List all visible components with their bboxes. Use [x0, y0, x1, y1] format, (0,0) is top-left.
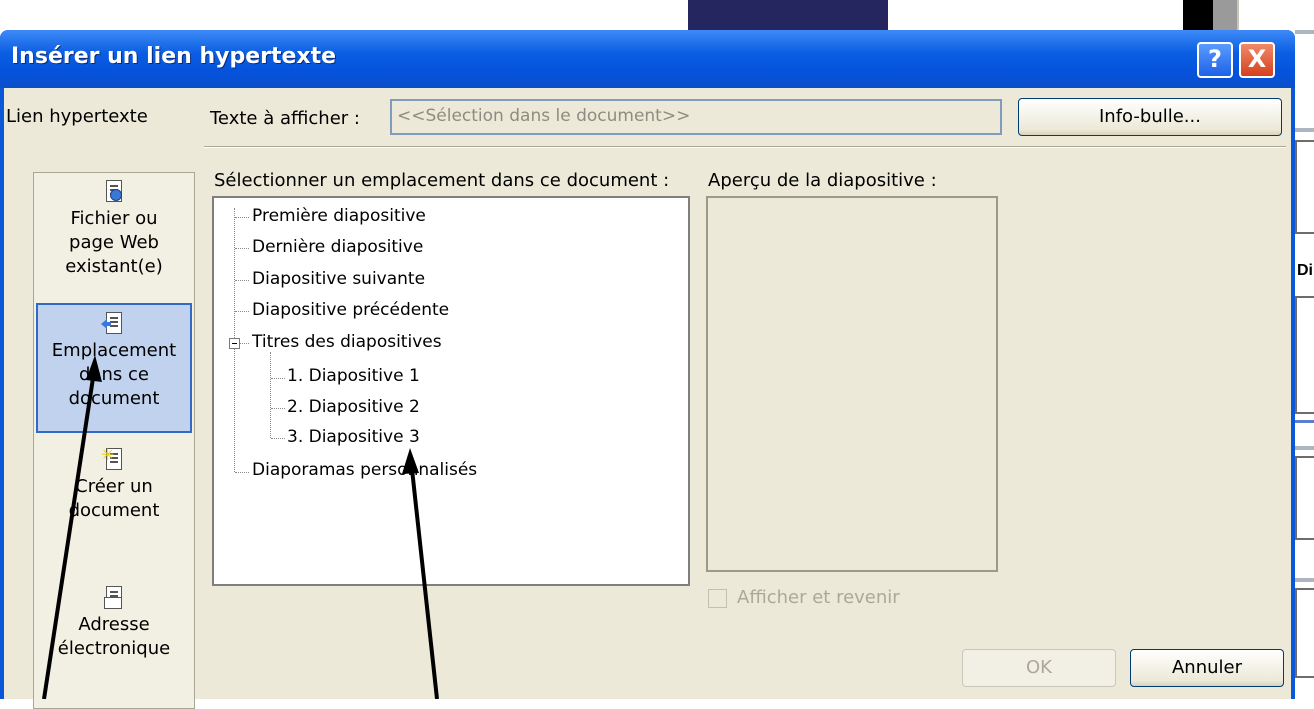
background-pane-heading: Di	[1297, 262, 1313, 279]
tree-connector	[270, 352, 271, 438]
collapse-toggle[interactable]	[229, 338, 240, 349]
insert-hyperlink-dialog: Insérer un lien hypertexte ? X Lien hype…	[0, 30, 1295, 709]
slide-preview-box	[706, 196, 998, 572]
help-button[interactable]: ?	[1197, 42, 1233, 78]
background-pane-box	[1295, 588, 1314, 678]
tree-item-slide-3[interactable]: 3. Diapositive 3	[287, 427, 420, 447]
sidebar-item-place-in-document[interactable]: Emplacement dans ce document	[36, 303, 192, 433]
sidebar-item-label: électronique	[57, 638, 171, 659]
dialog-titlebar[interactable]: Insérer un lien hypertexte ? X	[0, 30, 1295, 88]
tree-connector	[240, 343, 249, 344]
show-and-return-checkbox[interactable]	[708, 589, 727, 608]
select-place-label: Sélectionner un emplacement dans ce docu…	[214, 170, 670, 191]
background-pane-box	[1295, 296, 1314, 414]
background-pane-box	[1295, 140, 1314, 234]
dialog-client-area: Lien hypertexte Fichier ou page Web exis…	[4, 88, 1291, 709]
document-place-tree[interactable]: Première diapositive Dernière diapositiv…	[212, 196, 690, 586]
tree-connector	[235, 217, 249, 218]
tree-item-first-slide[interactable]: Première diapositive	[252, 206, 426, 226]
tree-connector	[235, 472, 249, 473]
tree-item-next-slide[interactable]: Diapositive suivante	[252, 269, 425, 289]
background-pane-bar	[1295, 128, 1314, 132]
tree-connector	[235, 280, 249, 281]
place-in-document-icon	[101, 311, 127, 337]
sidebar-item-label: Adresse	[78, 614, 150, 635]
tree-connector	[235, 248, 249, 249]
background-pane-box	[1295, 456, 1314, 540]
tree-item-last-slide[interactable]: Dernière diapositive	[252, 237, 423, 257]
link-type-sidebar: Fichier ou page Web existant(e) Emplacem…	[33, 172, 195, 709]
sidebar-item-existing-file[interactable]: Fichier ou page Web existant(e)	[36, 179, 192, 279]
tree-connector	[271, 438, 285, 439]
show-and-return-label: Afficher et revenir	[737, 587, 900, 608]
background-pane-bar	[1295, 578, 1314, 582]
sidebar-item-email-address[interactable]: Adresse électronique	[36, 585, 192, 661]
sidebar-item-label: Créer un	[75, 476, 153, 497]
sidebar-item-label: page Web	[69, 232, 159, 253]
sidebar-item-label: Fichier ou	[70, 208, 158, 229]
tree-connector	[235, 311, 249, 312]
text-to-display-field[interactable]: <<Sélection dans le document>>	[390, 99, 1002, 135]
background-pane-bar	[1295, 446, 1314, 450]
background-pane-bar	[1295, 420, 1314, 423]
sidebar-item-label: document	[68, 388, 160, 409]
web-page-icon	[101, 179, 127, 205]
tree-item-slide-2[interactable]: 2. Diapositive 2	[287, 397, 420, 417]
text-to-display-label: Texte à afficher :	[210, 108, 360, 129]
ok-button[interactable]: OK	[962, 649, 1116, 687]
slide-preview-label: Aperçu de la diapositive :	[708, 170, 937, 191]
tree-connector	[271, 378, 285, 379]
sidebar-item-create-document[interactable]: ✳ Créer un document	[36, 447, 192, 523]
tree-connector	[271, 408, 285, 409]
tree-item-slide-titles[interactable]: Titres des diapositives	[252, 332, 442, 352]
new-document-icon: ✳	[101, 447, 127, 473]
tree-item-custom-shows[interactable]: Diaporamas personnalisés	[252, 460, 477, 480]
sidebar-item-label: existant(e)	[65, 256, 163, 277]
link-to-label: Lien hypertexte	[6, 106, 148, 127]
background-pane-bar	[1295, 30, 1314, 34]
cancel-button[interactable]: Annuler	[1130, 649, 1284, 687]
sidebar-item-label: Emplacement	[51, 340, 177, 361]
close-button[interactable]: X	[1239, 42, 1275, 78]
tree-item-slide-1[interactable]: 1. Diapositive 1	[287, 366, 420, 386]
dialog-title: Insérer un lien hypertexte	[11, 44, 337, 69]
sidebar-item-label: document	[68, 500, 160, 521]
screentip-button[interactable]: Info-bulle...	[1018, 98, 1282, 136]
sidebar-item-label: dans ce	[79, 364, 149, 385]
tree-item-previous-slide[interactable]: Diapositive précédente	[252, 300, 449, 320]
separator	[204, 146, 1286, 148]
email-address-icon	[101, 585, 127, 611]
